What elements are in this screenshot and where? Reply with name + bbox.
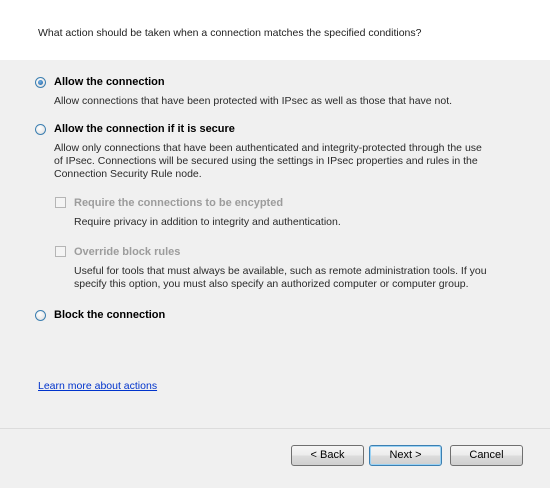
- cancel-button[interactable]: Cancel: [450, 445, 523, 466]
- option-description-require-encryption: Require privacy in addition to integrity…: [74, 216, 341, 228]
- question-text: What action should be taken when a conne…: [38, 27, 422, 39]
- checkbox-override-block-rules[interactable]: [55, 246, 66, 257]
- description-line: Allow only connections that have been au…: [54, 142, 482, 154]
- back-button[interactable]: < Back: [291, 445, 364, 466]
- option-description-allow-connection: Allow connections that have been protect…: [54, 95, 453, 107]
- option-label-allow-connection[interactable]: Allow the connection: [54, 76, 165, 88]
- learn-more-link[interactable]: Learn more about actions: [38, 380, 157, 392]
- description-line: specify this option, you must also speci…: [74, 278, 469, 290]
- option-description-override-block-rules: Useful for tools that must always be ava…: [74, 265, 487, 291]
- description-line: of IPsec. Connections will be secured us…: [54, 155, 478, 167]
- option-label-require-encryption[interactable]: Require the connections to be encypted: [74, 197, 283, 209]
- description-line: Useful for tools that must always be ava…: [74, 265, 487, 277]
- content-area: [0, 60, 550, 428]
- option-label-override-block-rules[interactable]: Override block rules: [74, 246, 180, 258]
- radio-allow-if-secure[interactable]: [35, 124, 46, 135]
- option-label-block-connection[interactable]: Block the connection: [54, 309, 165, 321]
- radio-block-connection[interactable]: [35, 310, 46, 321]
- option-label-allow-if-secure[interactable]: Allow the connection if it is secure: [54, 123, 235, 135]
- next-button[interactable]: Next >: [369, 445, 442, 466]
- checkbox-require-encryption[interactable]: [55, 197, 66, 208]
- option-description-allow-if-secure: Allow only connections that have been au…: [54, 142, 482, 181]
- radio-allow-connection[interactable]: [35, 77, 46, 88]
- description-line: Connection Security Rule node.: [54, 168, 202, 180]
